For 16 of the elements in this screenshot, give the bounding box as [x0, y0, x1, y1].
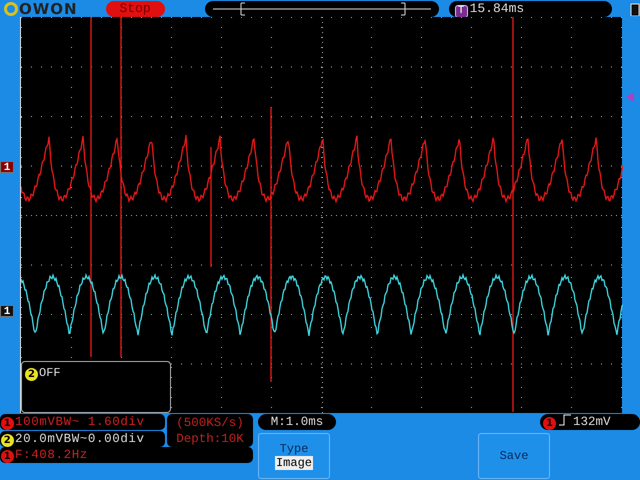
trigger-readout: 1 132mV — [540, 414, 640, 430]
channel-marker: 1 — [0, 305, 14, 317]
run-state-indicator: Stop — [106, 0, 165, 16]
channel-settings: 2 20.0mVBW~0.00div — [0, 431, 165, 447]
timebase-readout: M:1.0ms — [258, 414, 336, 430]
channel-status-label: 2 OFF — [25, 366, 61, 380]
channel-settings: 1 100mVBW~ 1.60div — [0, 414, 165, 430]
trigger-time-display: T 15.84ms — [448, 0, 612, 16]
brand-logo: OWON — [0, 0, 78, 16]
channel-marker: 1 — [0, 161, 14, 173]
trigger-level-marker — [626, 92, 634, 102]
frequency-readout: 1 F:408.2Hz — [0, 447, 253, 463]
sample-rate-panel: (500KS/s) Depth:10K — [167, 414, 253, 447]
type-menu-button[interactable]: Type Image — [258, 433, 330, 479]
save-button[interactable]: Save — [478, 433, 550, 479]
battery-icon — [630, 2, 640, 16]
